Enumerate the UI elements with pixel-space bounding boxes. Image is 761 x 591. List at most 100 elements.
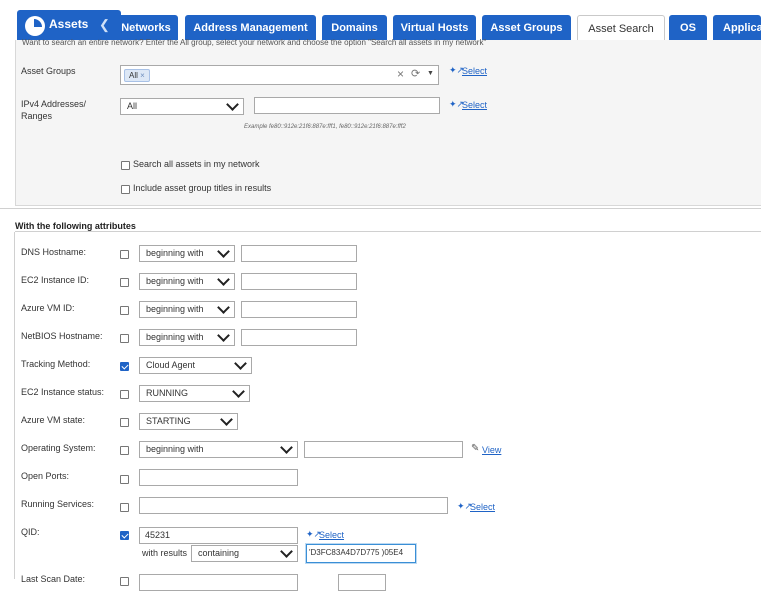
dns-hostname-input[interactable]: [241, 245, 357, 262]
os-match-value: beginning with: [146, 444, 204, 454]
chevron-down-icon: [226, 98, 239, 111]
ipv4-label: IPv4 Addresses/: [21, 99, 87, 109]
ec2-status-label: EC2 Instance status:: [21, 387, 105, 397]
azure-vm-id-input[interactable]: [241, 301, 357, 318]
operating-system-input[interactable]: [304, 441, 463, 458]
ec2-status-value: RUNNING: [146, 388, 188, 398]
chevron-down-icon: [280, 545, 293, 558]
assets-module-button[interactable]: Assets ❮: [17, 10, 121, 42]
view-list-icon: ✎: [471, 443, 480, 454]
ranges-label: Ranges: [21, 111, 53, 121]
asset-group-token[interactable]: All ×: [124, 69, 150, 82]
ec2-status-checkbox[interactable]: [120, 390, 129, 399]
netbios-match-value: beginning with: [146, 332, 204, 342]
qualys-logo-icon: [25, 16, 45, 36]
qid-label: QID:: [21, 527, 40, 537]
ec2-instance-id-input[interactable]: [241, 273, 357, 290]
open-ports-input[interactable]: [139, 469, 298, 486]
divider: [15, 231, 761, 232]
dns-match-value: beginning with: [146, 248, 204, 258]
chevron-down-icon: [217, 273, 230, 286]
chevron-down-icon: [217, 329, 230, 342]
dns-match-select[interactable]: beginning with: [139, 245, 235, 262]
tab-address-management[interactable]: Address Management: [185, 15, 316, 41]
tracking-method-label: Tracking Method:: [21, 359, 91, 369]
netbios-match-select[interactable]: beginning with: [139, 329, 235, 346]
qid-input[interactable]: 45231: [139, 527, 298, 544]
running-services-label: Running Services:: [21, 499, 95, 509]
azure-vm-state-label: Azure VM state:: [21, 415, 86, 425]
operating-system-label: Operating System:: [21, 443, 96, 453]
ipv4-network-select[interactable]: All: [120, 98, 244, 115]
last-scan-date-label: Last Scan Date:: [21, 574, 86, 584]
refresh-icon[interactable]: ⟳: [411, 67, 420, 80]
azure-vm-state-checkbox[interactable]: [120, 418, 129, 427]
chevron-down-icon: [234, 357, 247, 370]
os-view-link[interactable]: View: [482, 445, 501, 455]
last-scan-date-checkbox[interactable]: [120, 577, 129, 586]
ec2-match-select[interactable]: beginning with: [139, 273, 235, 290]
chevron-down-icon[interactable]: ▼: [427, 70, 434, 77]
azure-id-match-value: beginning with: [146, 304, 204, 314]
include-titles-label: Include asset group titles in results: [133, 183, 272, 193]
running-services-checkbox[interactable]: [120, 503, 129, 512]
tab-asset-search[interactable]: Asset Search: [577, 15, 665, 42]
tracking-method-value: Cloud Agent: [146, 360, 196, 370]
running-services-select-link[interactable]: Select: [470, 502, 495, 512]
divider: [14, 232, 15, 579]
chevron-down-icon: [217, 301, 230, 314]
asset-groups-select-link[interactable]: Select: [462, 66, 487, 76]
chevron-down-icon: [280, 441, 293, 454]
chevron-down-icon: [217, 245, 230, 258]
results-value-input[interactable]: 'D3FC83A4D7D775 )05E4: [306, 544, 416, 563]
attributes-section-title: With the following attributes: [15, 221, 136, 231]
tab-applications[interactable]: Applica: [713, 15, 761, 41]
ipv4-select-link[interactable]: Select: [462, 100, 487, 110]
operating-system-checkbox[interactable]: [120, 446, 129, 455]
search-all-checkbox[interactable]: [121, 161, 130, 170]
tab-virtual-hosts[interactable]: Virtual Hosts: [393, 15, 476, 41]
ec2-instance-id-checkbox[interactable]: [120, 278, 129, 287]
chevron-left-icon[interactable]: ❮: [99, 17, 110, 33]
open-ports-checkbox[interactable]: [120, 475, 129, 484]
os-match-select[interactable]: beginning with: [139, 441, 298, 458]
ec2-match-value: beginning with: [146, 276, 204, 286]
qid-checkbox[interactable]: [120, 531, 129, 540]
tracking-method-checkbox[interactable]: [120, 362, 129, 371]
include-titles-checkbox[interactable]: [121, 185, 130, 194]
azure-vm-id-label: Azure VM ID:: [21, 303, 75, 313]
token-remove-icon[interactable]: ×: [140, 71, 145, 80]
chevron-down-icon: [220, 413, 233, 426]
tab-domains[interactable]: Domains: [322, 15, 387, 41]
running-services-input[interactable]: [139, 497, 448, 514]
clear-icon[interactable]: ×: [397, 67, 404, 81]
azure-vm-state-value: STARTING: [146, 416, 191, 426]
tab-networks[interactable]: Networks: [114, 15, 178, 41]
asset-groups-input[interactable]: [120, 65, 439, 85]
qid-select-link[interactable]: Select: [319, 530, 344, 540]
ec2-instance-id-label: EC2 Instance ID:: [21, 275, 90, 285]
netbios-hostname-checkbox[interactable]: [120, 334, 129, 343]
netbios-hostname-input[interactable]: [241, 329, 357, 346]
ec2-status-select[interactable]: RUNNING: [139, 385, 250, 402]
tab-asset-groups[interactable]: Asset Groups: [482, 15, 571, 41]
ipv4-ranges-input[interactable]: [254, 97, 440, 114]
asset-group-token-label: All: [129, 71, 138, 80]
module-title: Assets: [49, 17, 89, 31]
last-scan-match-select[interactable]: [139, 574, 298, 591]
results-match-select[interactable]: containing: [191, 545, 298, 562]
tab-os[interactable]: OS: [669, 15, 707, 41]
netbios-hostname-label: NetBIOS Hostname:: [21, 331, 103, 341]
last-scan-value-input[interactable]: [338, 574, 386, 591]
ipv4-example: Example fe80::912e:21f6:887e:fff1, fe80:…: [244, 124, 406, 130]
azure-vm-id-checkbox[interactable]: [120, 306, 129, 315]
chevron-down-icon: [232, 385, 245, 398]
with-results-label: with results: [142, 548, 188, 558]
ipv4-network-value: All: [127, 101, 138, 111]
azure-vm-state-select[interactable]: STARTING: [139, 413, 238, 430]
azure-id-match-select[interactable]: beginning with: [139, 301, 235, 318]
dns-hostname-checkbox[interactable]: [120, 250, 129, 259]
tracking-method-select[interactable]: Cloud Agent: [139, 357, 252, 374]
search-all-label: Search all assets in my network: [133, 159, 260, 169]
dns-hostname-label: DNS Hostname:: [21, 247, 87, 257]
